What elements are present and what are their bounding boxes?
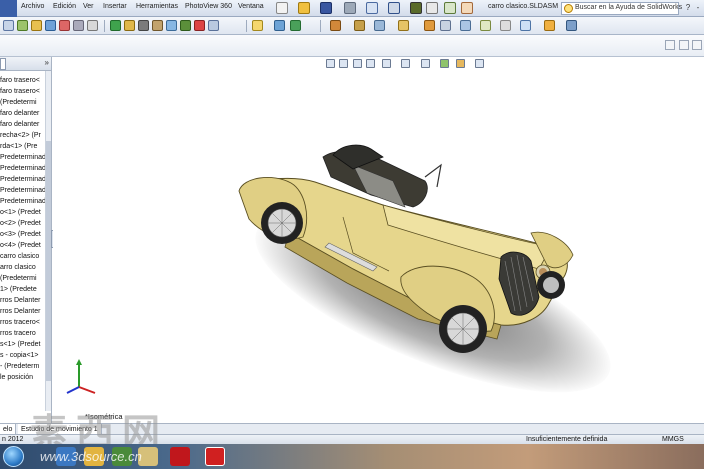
- home-icon[interactable]: [461, 2, 473, 14]
- help-search-input[interactable]: Buscar en la Ayuda de SolidWorks: [561, 2, 683, 15]
- shaded-icon[interactable]: [124, 20, 135, 31]
- undo-icon[interactable]: [366, 2, 378, 14]
- linear-pattern-icon[interactable]: [290, 20, 301, 31]
- explode-icon[interactable]: [330, 20, 341, 31]
- options-icon[interactable]: [444, 2, 456, 14]
- insert-component-icon[interactable]: [252, 20, 263, 31]
- sphere-icon[interactable]: [110, 20, 121, 31]
- menu-bar: Archivo Edición Ver Insertar Herramienta…: [0, 0, 704, 17]
- start-button-icon[interactable]: [3, 446, 24, 467]
- plane-icon[interactable]: [460, 20, 471, 31]
- save-icon[interactable]: [320, 2, 332, 14]
- file-properties-icon[interactable]: [426, 2, 438, 14]
- menu-herramientas[interactable]: Herramientas: [136, 3, 178, 10]
- restore-window-icon[interactable]: [692, 40, 702, 50]
- command-manager: [0, 35, 704, 57]
- collapse-panel-icon[interactable]: »: [45, 58, 49, 67]
- feature-tree-tab[interactable]: [0, 58, 6, 70]
- toolbar-separator: [246, 20, 247, 32]
- toolbar-separator: [320, 20, 321, 32]
- search-icon: [564, 4, 573, 13]
- section-view-icon[interactable]: [208, 20, 219, 31]
- menu-archivo[interactable]: Archivo: [21, 3, 44, 10]
- menu-ventana[interactable]: Ventana: [238, 3, 264, 10]
- pointer-icon[interactable]: [3, 20, 14, 31]
- help-button[interactable]: ?: [683, 3, 693, 13]
- tile-window-icon[interactable]: [665, 40, 675, 50]
- standard-toolbar: [0, 17, 704, 35]
- solidworks-logo[interactable]: [0, 0, 17, 17]
- decal-icon[interactable]: [180, 20, 191, 31]
- instant3d-icon[interactable]: [480, 20, 491, 31]
- new-file-icon[interactable]: [276, 2, 288, 14]
- watermark-url: www.3dsource.cn: [40, 449, 142, 464]
- print-icon[interactable]: [344, 2, 356, 14]
- move-icon[interactable]: [87, 20, 98, 31]
- simulation-icon[interactable]: [424, 20, 435, 31]
- help-search-placeholder: Buscar en la Ayuda de SolidWorks: [575, 4, 683, 11]
- menu-insertar[interactable]: Insertar: [103, 3, 127, 10]
- render-icon[interactable]: [194, 20, 205, 31]
- appearance-icon[interactable]: [152, 20, 163, 31]
- tree-scroll-thumb[interactable]: [46, 141, 51, 381]
- hide-show-icon[interactable]: [520, 20, 531, 31]
- smart-fastener-icon[interactable]: [274, 20, 285, 31]
- cascade-window-icon[interactable]: [679, 40, 689, 50]
- select-cursor-icon[interactable]: [388, 2, 400, 14]
- toolbar-separator: [104, 20, 105, 32]
- open-folder-icon[interactable]: [298, 2, 310, 14]
- scene-icon[interactable]: [166, 20, 177, 31]
- coordinate-triad: [66, 359, 96, 394]
- feature-manager-tree: » faro trasero< faro trasero< (Predetermi f…: [0, 57, 52, 423]
- graphics-viewport[interactable]: *Isométrica: [53, 57, 704, 423]
- measure-icon[interactable]: [374, 20, 385, 31]
- edges-icon[interactable]: [138, 20, 149, 31]
- feature-tree-header: »: [0, 57, 51, 71]
- curves-icon[interactable]: [500, 20, 511, 31]
- interference-icon[interactable]: [398, 20, 409, 31]
- minimize-button[interactable]: -: [693, 3, 703, 13]
- mate-icon[interactable]: [59, 20, 70, 31]
- document-title: carro clasico.SLDASM: [488, 3, 559, 10]
- sketch-icon[interactable]: [31, 20, 42, 31]
- zoom-icon[interactable]: [17, 20, 28, 31]
- reference-icon[interactable]: [440, 20, 451, 31]
- classic-car-model[interactable]: [53, 57, 704, 423]
- solidworks-taskbar-icon[interactable]: [205, 447, 225, 466]
- menu-photoview[interactable]: PhotoView 360: [185, 3, 232, 10]
- view-orientation-icon[interactable]: [566, 20, 577, 31]
- menu-edicion[interactable]: Edición: [53, 3, 76, 10]
- component-icon[interactable]: [73, 20, 84, 31]
- rebuild-icon[interactable]: [410, 2, 422, 14]
- acrobat-icon[interactable]: [170, 447, 190, 466]
- assembly-icon[interactable]: [45, 20, 56, 31]
- edit-component-icon[interactable]: [544, 20, 555, 31]
- bom-icon[interactable]: [354, 20, 365, 31]
- menu-ver[interactable]: Ver: [83, 3, 94, 10]
